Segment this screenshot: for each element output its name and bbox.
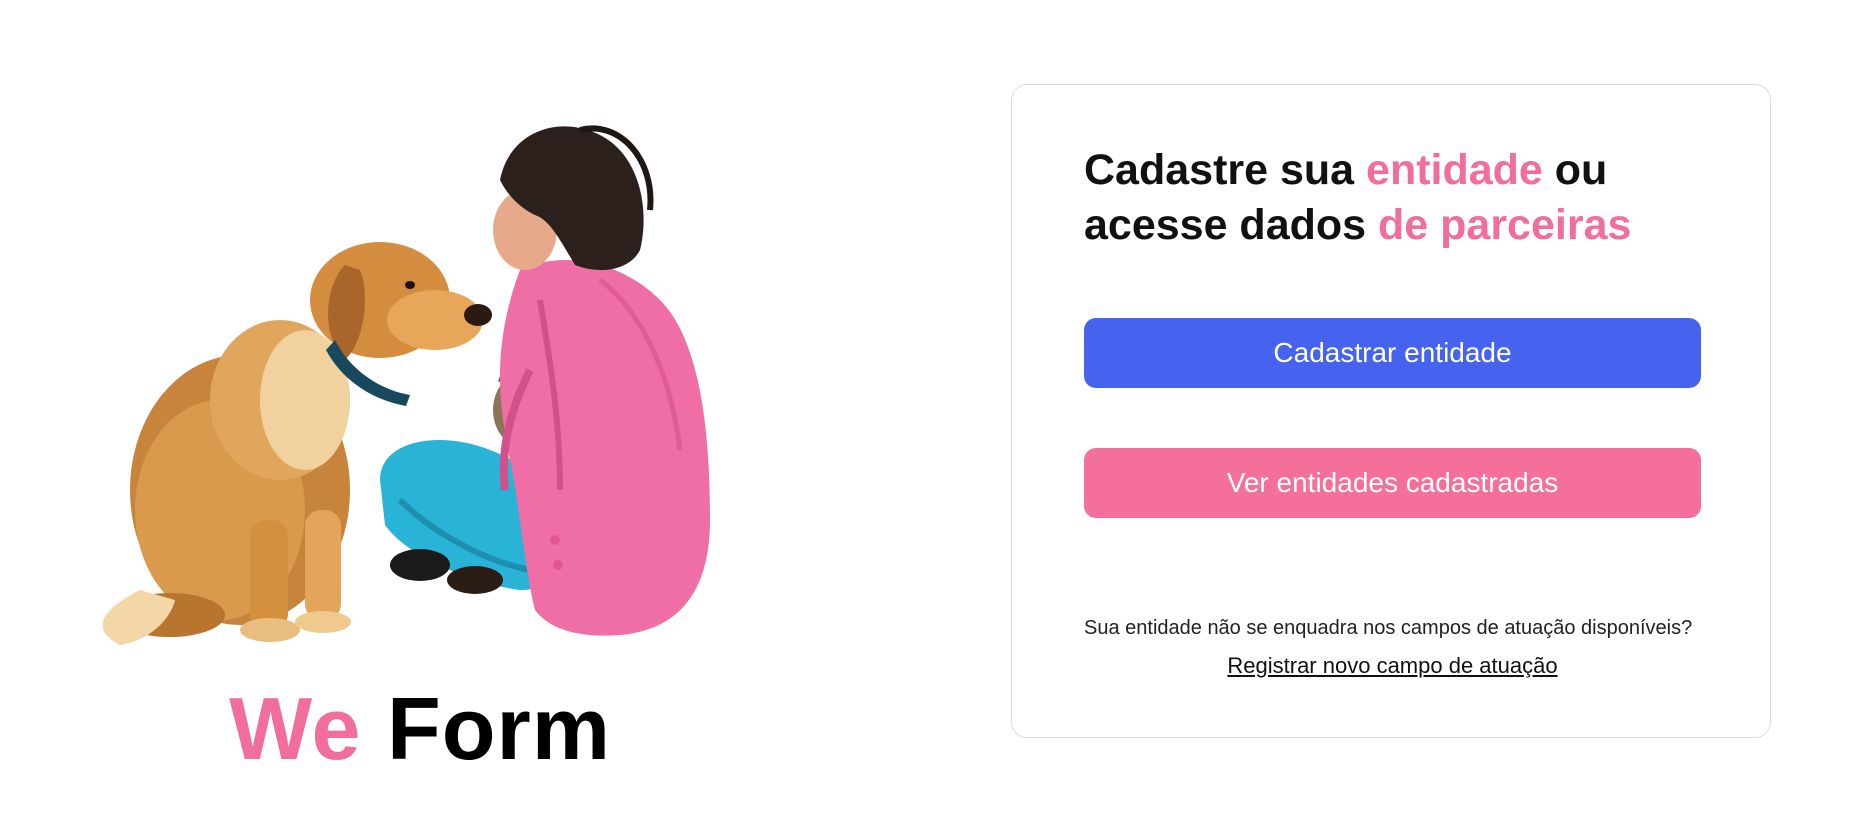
woman-illustration (380, 125, 710, 636)
title-part-1: Cadastre sua (1084, 146, 1367, 194)
title-part-3: acesse dados (1084, 201, 1379, 249)
brand-word-form: Form (386, 679, 611, 778)
title-part-2: ou (1542, 146, 1608, 194)
title-accent-2: de parceiras (1378, 201, 1632, 249)
woman-with-dog-and-cat-illustration (102, 125, 710, 645)
help-text: Sua entidade não se enquadra nos campos … (1084, 617, 1693, 639)
register-entity-button[interactable]: Cadastrar entidade (1084, 318, 1701, 388)
brand-logo: We Form (80, 685, 760, 773)
action-card: Cadastre sua entidade ou acesse dados de… (1011, 84, 1771, 738)
view-entities-button[interactable]: Ver entidades cadastradas (1084, 448, 1701, 518)
register-field-link[interactable]: Registrar novo campo de atuação (1084, 653, 1701, 679)
brand-word-we: We (229, 679, 362, 778)
title-accent-1: entidade (1366, 146, 1543, 194)
card-title: Cadastre sua entidade ou acesse dados de… (1084, 143, 1724, 253)
page: We Form Cadastre sua entidade ou acesse … (0, 0, 1868, 834)
hero-section: We Form (80, 70, 760, 790)
